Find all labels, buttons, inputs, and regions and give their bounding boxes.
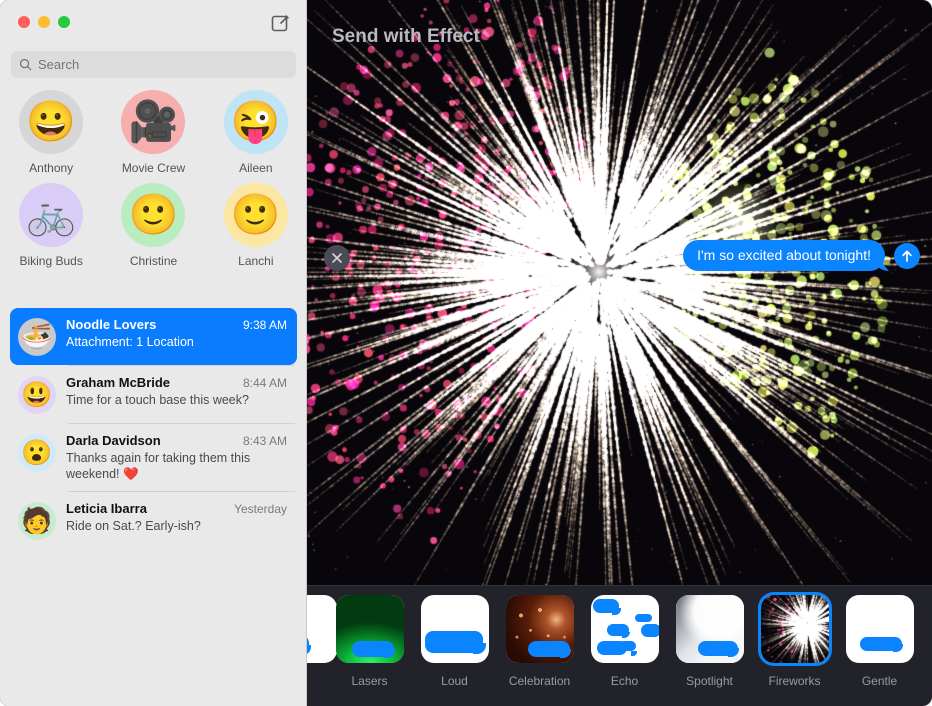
conversation-preview: Thanks again for taking them this weeken… xyxy=(66,450,287,482)
pinned-conversation-label: Anthony xyxy=(29,161,73,175)
bicycle: 🚲 xyxy=(19,183,83,247)
conversation-row[interactable]: 😃 Graham McBride 8:44 AM Time for a touch b… xyxy=(10,366,297,423)
pinned-conversations: 😀 Anthony 🎥 Movie Crew 😜 Aileen 🚲 Biking Buds 🙂 C… xyxy=(0,90,307,268)
conversation-row[interactable]: 😮 Darla Davidson 8:43 AM Thanks again for t… xyxy=(10,424,297,491)
effect-thumbnail xyxy=(761,595,829,663)
conversation-body: Leticia Ibarra Yesterday Ride on Sat.? Ear… xyxy=(66,501,287,540)
pinned-conversation-label: Movie Crew xyxy=(122,161,185,175)
avatar: 😃 xyxy=(18,376,56,414)
conversation-header: Graham McBride 8:44 AM xyxy=(66,375,287,390)
effect-label: Lasers xyxy=(351,674,387,688)
close-icon xyxy=(331,252,343,264)
conversation-preview: Attachment: 1 Location xyxy=(66,334,287,350)
minimize-window-button[interactable] xyxy=(38,16,50,28)
effects-strip[interactable]: Lasers Loud Celebration Echo Spotlight Firewo… xyxy=(307,585,932,706)
send-with-effect-panel: Send with Effect I'm so excited about to… xyxy=(307,0,932,706)
conversation-timestamp: 8:44 AM xyxy=(243,376,287,390)
effect-thumbnail xyxy=(421,595,489,663)
close-window-button[interactable] xyxy=(18,16,30,28)
pinned-conversation-label: Biking Buds xyxy=(19,254,82,268)
sidebar: Search 😀 Anthony 🎥 Movie Crew 😜 Aileen 🚲 Biking… xyxy=(0,0,307,706)
pinned-conversation-label: Christine xyxy=(130,254,177,268)
maximize-window-button[interactable] xyxy=(58,16,70,28)
search-input[interactable]: Search xyxy=(11,51,296,78)
title-bar xyxy=(0,0,307,46)
conversation-timestamp: Yesterday xyxy=(234,502,287,516)
conversation-row[interactable]: 🧑 Leticia Ibarra Yesterday Ride on Sat.? Ea… xyxy=(10,492,297,549)
search-icon xyxy=(19,58,32,71)
pinned-conversation[interactable]: 🙂 Christine xyxy=(102,183,204,268)
effect-thumbnail xyxy=(506,595,574,663)
conversation-name: Leticia Ibarra xyxy=(66,501,147,516)
conversation-name: Noodle Lovers xyxy=(66,317,156,332)
effect-option[interactable]: Spotlight xyxy=(667,595,752,688)
effect-option[interactable]: Echo xyxy=(582,595,667,688)
conversation-header: Leticia Ibarra Yesterday xyxy=(66,501,287,516)
pinned-conversation[interactable]: 😜 Aileen xyxy=(205,90,307,175)
pinned-conversation[interactable]: 🎥 Movie Crew xyxy=(102,90,204,175)
effect-label: Fireworks xyxy=(768,674,820,688)
effect-thumbnail xyxy=(846,595,914,663)
conversation-name: Darla Davidson xyxy=(66,433,161,448)
effect-label: Loud xyxy=(441,674,468,688)
effect-label: Gentle xyxy=(862,674,897,688)
memoji-christine: 🙂 xyxy=(121,183,185,247)
search-placeholder: Search xyxy=(38,57,79,72)
effect-option[interactable] xyxy=(307,595,327,674)
effect-thumbnail xyxy=(307,595,337,663)
messages-window: Search 😀 Anthony 🎥 Movie Crew 😜 Aileen 🚲 Biking… xyxy=(0,0,932,706)
pinned-conversation[interactable]: 😀 Anthony xyxy=(0,90,102,175)
conversation-header: Darla Davidson 8:43 AM xyxy=(66,433,287,448)
message-preview-row: I'm so excited about tonight! xyxy=(683,240,920,271)
conversation-list: 🍜 Noodle Lovers 9:38 AM Attachment: 1 Locat… xyxy=(0,308,307,549)
conversation-timestamp: 8:43 AM xyxy=(243,434,287,448)
effect-thumbnail xyxy=(676,595,744,663)
conversation-timestamp: 9:38 AM xyxy=(243,318,287,332)
effect-option[interactable]: Fireworks xyxy=(752,595,837,688)
send-button[interactable] xyxy=(894,243,920,269)
conversation-preview: Time for a touch base this week? xyxy=(66,392,287,408)
movie-camera: 🎥 xyxy=(121,90,185,154)
pinned-conversation[interactable]: 🙂 Lanchi xyxy=(205,183,307,268)
conversation-header: Noodle Lovers 9:38 AM xyxy=(66,317,287,332)
effect-thumbnail xyxy=(336,595,404,663)
effect-option[interactable]: Loud xyxy=(412,595,497,688)
effect-label: Celebration xyxy=(509,674,570,688)
avatar: 😮 xyxy=(18,434,56,472)
pinned-conversation[interactable]: 🚲 Biking Buds xyxy=(0,183,102,268)
effect-label: Echo xyxy=(611,674,638,688)
fireworks-canvas xyxy=(307,0,932,585)
effect-label: Spotlight xyxy=(686,674,733,688)
page-title: Send with Effect xyxy=(332,26,480,48)
pinned-conversation-label: Lanchi xyxy=(238,254,273,268)
pinned-conversation-label: Aileen xyxy=(239,161,272,175)
effect-option[interactable]: Celebration xyxy=(497,595,582,688)
effect-option[interactable]: Gentle xyxy=(837,595,922,688)
effect-option[interactable]: Lasers xyxy=(327,595,412,688)
conversation-row[interactable]: 🍜 Noodle Lovers 9:38 AM Attachment: 1 Locat… xyxy=(10,308,297,365)
avatar: 🍜 xyxy=(18,318,56,356)
effect-thumbnail xyxy=(591,595,659,663)
conversation-body: Darla Davidson 8:43 AM Thanks again for ta… xyxy=(66,433,287,482)
conversation-name: Graham McBride xyxy=(66,375,170,390)
compose-icon[interactable] xyxy=(269,12,291,34)
memoji-anthony: 😀 xyxy=(19,90,83,154)
conversation-preview: Ride on Sat.? Early-ish? xyxy=(66,518,287,534)
avatar: 🧑 xyxy=(18,502,56,540)
memoji-lanchi: 🙂 xyxy=(224,183,288,247)
conversation-body: Graham McBride 8:44 AM Time for a touch ba… xyxy=(66,375,287,414)
fireworks-preview xyxy=(307,0,932,585)
message-bubble: I'm so excited about tonight! xyxy=(683,240,885,271)
cancel-effect-button[interactable] xyxy=(324,245,350,271)
memoji-aileen: 😜 xyxy=(224,90,288,154)
send-arrow-up-icon xyxy=(900,249,914,263)
conversation-body: Noodle Lovers 9:38 AM Attachment: 1 Locati… xyxy=(66,317,287,356)
